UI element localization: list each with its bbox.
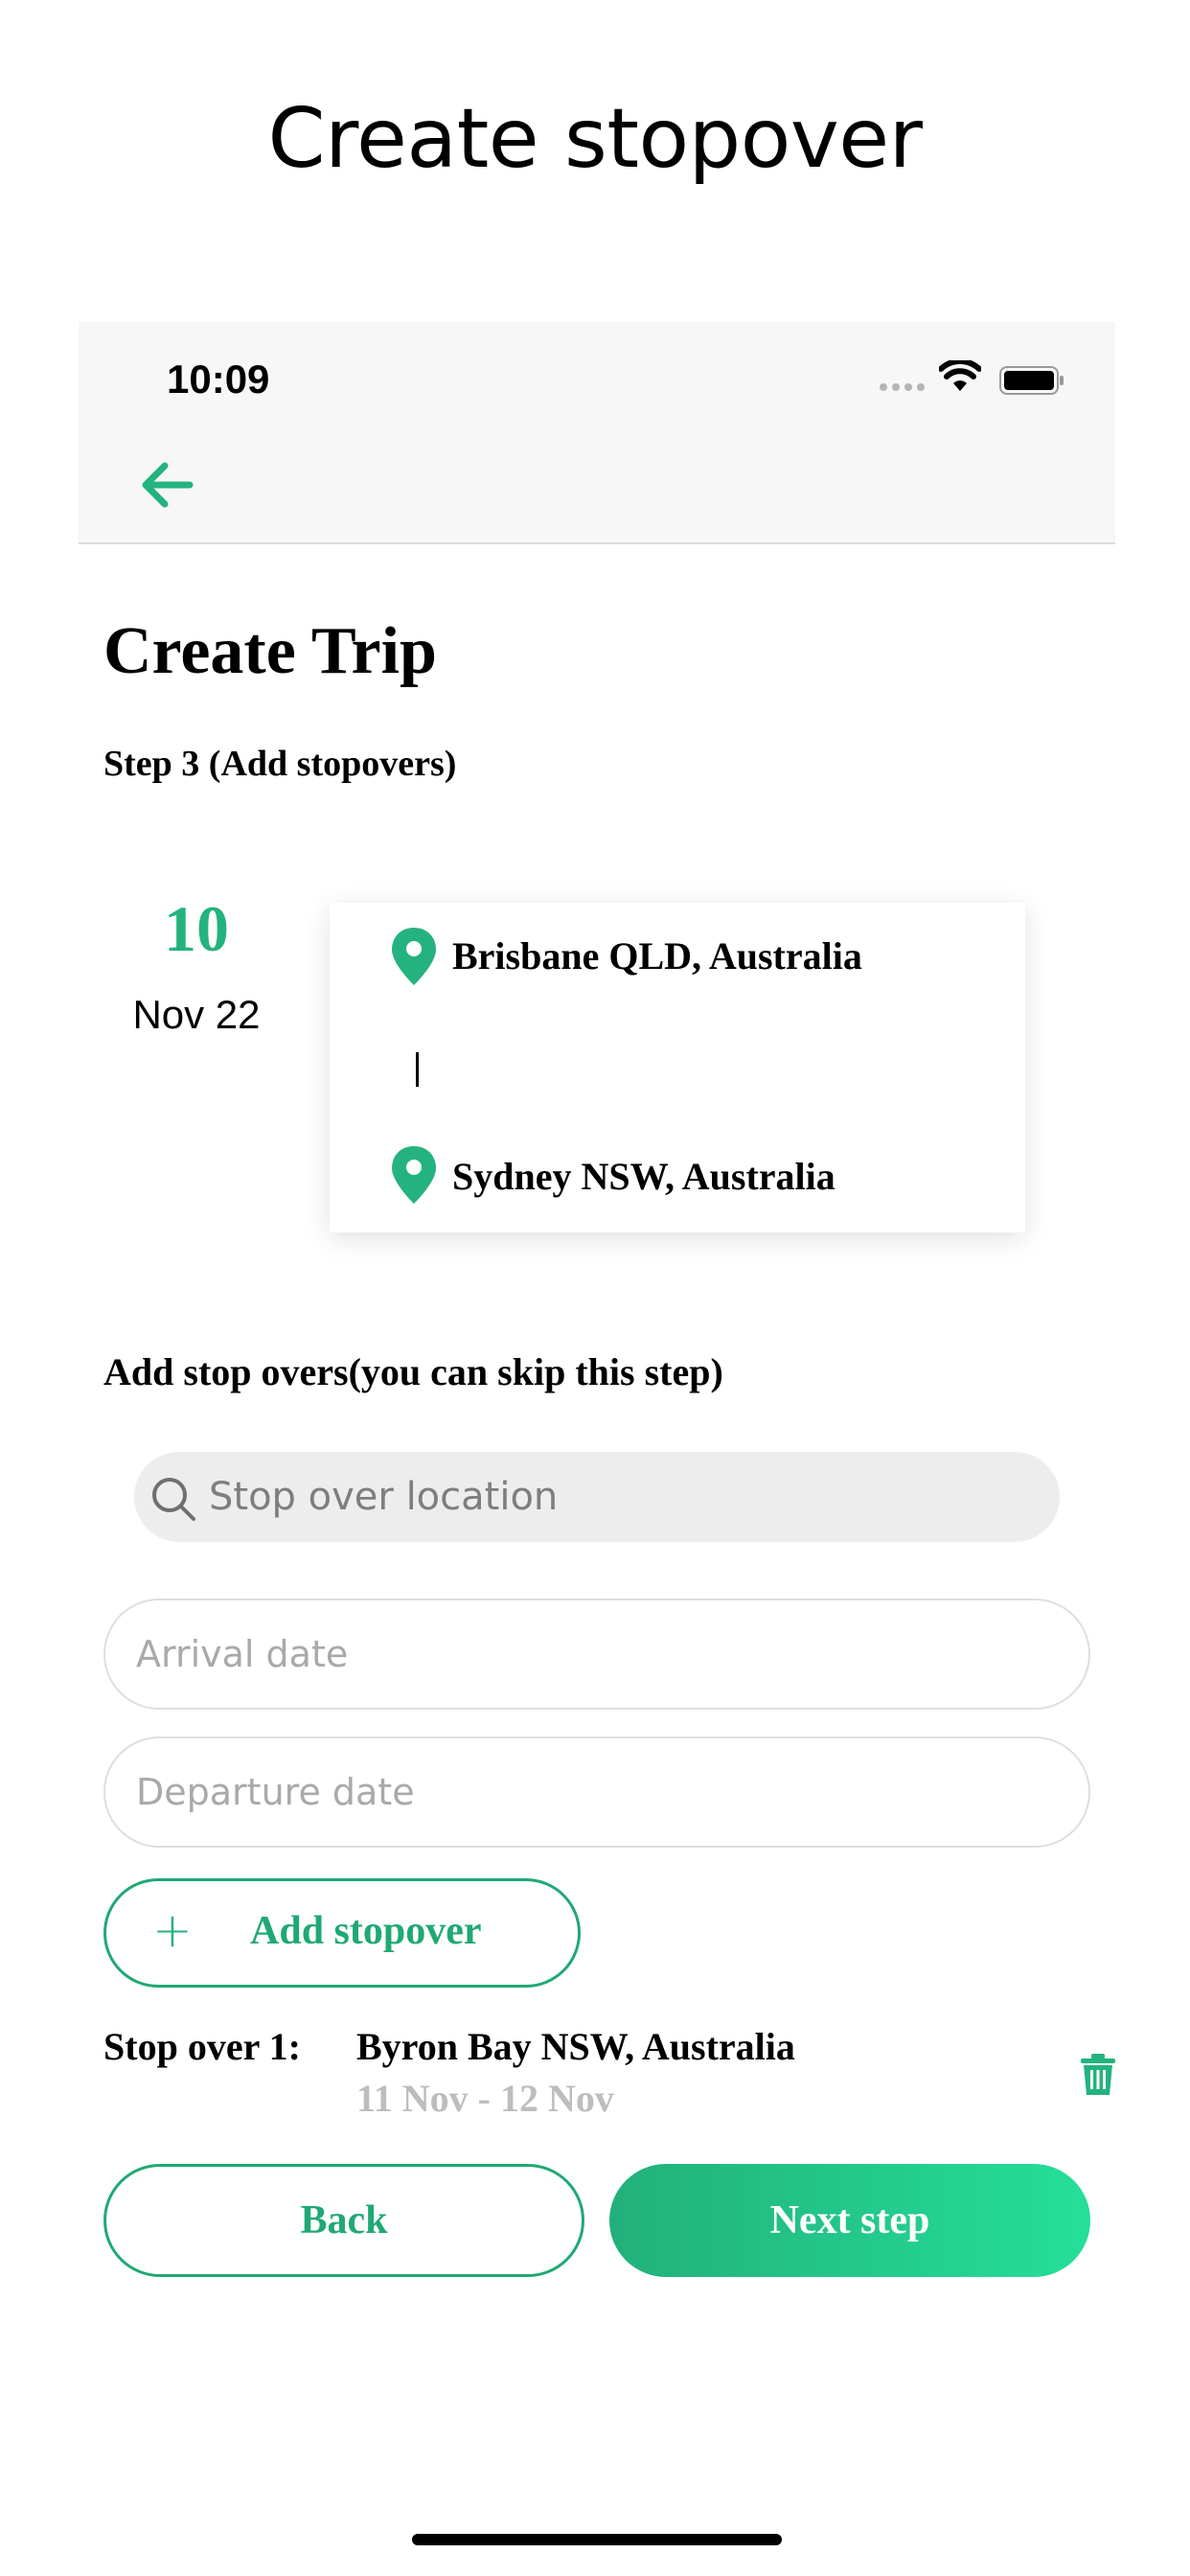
stopover-label: Stop over 1:: [103, 2025, 301, 2068]
departure-date-field[interactable]: [103, 1736, 1090, 1848]
stopover-dates: 11 Nov - 12 Nov: [356, 2077, 614, 2120]
trash-icon[interactable]: [1079, 2053, 1117, 2097]
next-step-button[interactable]: Next step: [609, 2164, 1090, 2277]
step-label: Step 3 (Add stopovers): [103, 744, 457, 784]
arrival-date-input[interactable]: [136, 1600, 1056, 1708]
plus-icon: +: [152, 1902, 193, 1958]
departure-date-input[interactable]: [136, 1738, 1056, 1846]
battery-icon: [999, 366, 1064, 395]
trip-month-year: Nov 22: [132, 992, 261, 1037]
destination-location: Sydney NSW, Australia: [452, 1155, 835, 1198]
search-icon: [152, 1478, 195, 1521]
status-bar: 10:09: [79, 322, 1115, 544]
home-indicator: [412, 2534, 782, 2545]
page-heading: Create Trip: [103, 614, 437, 688]
location-pin-icon: [392, 928, 436, 985]
stopover-location-input[interactable]: [209, 1452, 1033, 1542]
add-stopover-label: Add stopover: [250, 1909, 482, 1953]
status-time: 10:09: [167, 356, 270, 402]
wifi-icon: [939, 360, 981, 391]
back-button[interactable]: Back: [103, 2164, 584, 2277]
route-divider: [416, 1052, 419, 1087]
stopover-location: Byron Bay NSW, Australia: [356, 2025, 795, 2068]
add-stopover-button[interactable]: + Add stopover: [103, 1878, 581, 1988]
signal-icon: [880, 383, 925, 391]
stopover-search-bar[interactable]: [134, 1452, 1060, 1542]
arrow-left-icon[interactable]: [134, 451, 201, 518]
origin-location: Brisbane QLD, Australia: [452, 934, 862, 978]
location-pin-icon: [392, 1146, 436, 1204]
page-title: Create stopover: [267, 91, 923, 187]
route-card: Brisbane QLD, Australia Sydney NSW, Aust…: [330, 903, 1025, 1232]
stopover-section-heading: Add stop overs(you can skip this step): [103, 1350, 723, 1393]
trip-day: 10: [164, 892, 229, 965]
arrival-date-field[interactable]: [103, 1598, 1090, 1710]
